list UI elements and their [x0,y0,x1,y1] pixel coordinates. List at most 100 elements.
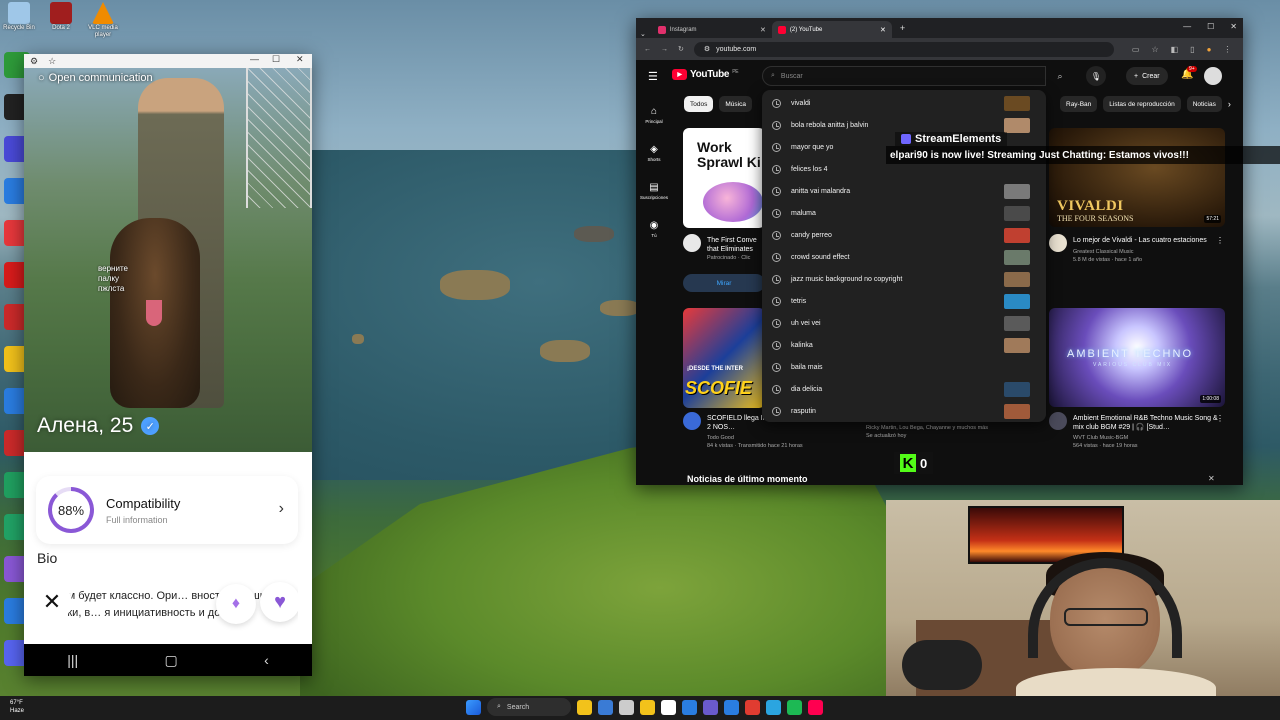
taskbar-app-icon[interactable] [703,699,718,715]
channel-avatar[interactable] [1049,412,1067,430]
ad-title[interactable]: The First Conve that Eliminates [707,236,767,254]
sidepanel-icon[interactable]: ▯ [1190,45,1194,54]
tab-instagram[interactable]: Instagram ✕ [652,21,772,38]
address-bar[interactable]: ⚙ youtube.com [693,41,1114,57]
close-icon[interactable]: ✕ [1230,22,1237,31]
tab-close-icon[interactable]: ✕ [760,26,766,34]
search-suggestion-item[interactable]: jazz music background no copyright [762,268,1046,290]
ad-graphic [703,182,763,222]
video-title[interactable]: Ambient Emotional R&B Techno Music Song … [1073,414,1223,432]
taskbar-app-icon[interactable] [661,699,676,715]
sidebar-item-tú[interactable]: ◉ Tú [636,210,672,248]
sidebar-item-suscripciones[interactable]: ▤ Suscripciones [636,172,672,210]
like-heart-button[interactable]: ♥ [260,582,298,622]
sidebar-item-label: Shorts [647,157,661,162]
chip-todos[interactable]: Todos [684,96,714,112]
windows-start-icon[interactable] [466,699,481,715]
search-button[interactable]: ⌕ [1050,66,1070,86]
video-title[interactable]: Lo mejor de Vivaldi - Las cuatro estacio… [1073,236,1213,245]
search-suggestion-item[interactable]: crowd sound effect [762,246,1046,268]
profile-icon[interactable]: ● [1207,45,1212,54]
taskbar-app-icon[interactable] [787,699,802,715]
search-suggestion-item[interactable]: anitta vai malandra [762,180,1046,202]
superlike-flame-button[interactable]: ♦ [216,584,256,624]
close-section-icon[interactable]: ✕ [1208,474,1215,483]
site-info-icon[interactable]: ⚙ [704,45,710,53]
compatibility-card[interactable]: 88% Compatibility Full information › [36,476,298,544]
profile-photo[interactable]: ○ Open communication верните палку пжлст… [24,68,312,452]
ad-cta-button[interactable]: Mirar [683,274,765,292]
menu-dots-icon[interactable]: ⋮ [1223,45,1231,54]
chips-next-chevron-icon[interactable]: › [1228,99,1231,109]
taskbar-search[interactable]: ⌕ Search [487,698,571,716]
new-tab-plus-icon[interactable]: + [900,23,905,33]
back-chevron-icon[interactable]: ‹ [264,652,269,668]
taskbar-app-icon[interactable] [598,699,613,715]
chip-noticias[interactable]: Noticias [1186,96,1222,112]
settings-icon[interactable]: ⚙ [30,56,38,67]
hamburger-menu-icon[interactable]: ☰ [648,70,658,83]
search-suggestion-item[interactable]: baila mais [762,356,1046,378]
microphone-icon[interactable]: 🎙 [1086,66,1106,86]
channel-name[interactable]: Greatest Classical Music [1073,248,1213,256]
youtube-logo[interactable]: ▶ YouTube PE [672,69,739,80]
search-suggestion-item[interactable]: candy perreo [762,224,1046,246]
minimize-icon[interactable]: — [1183,22,1191,31]
taskbar-app-icon[interactable] [640,699,655,715]
taskbar-app-icon[interactable] [745,699,760,715]
taskbar-apps: ⌕ Search [466,698,823,716]
channel-avatar[interactable] [1049,234,1067,252]
sidebar-item-shorts[interactable]: ◈ Shorts [636,134,672,172]
taskbar-app-icon[interactable] [619,699,634,715]
extensions-icon[interactable]: ◧ [1171,45,1179,54]
maximize-icon[interactable]: ☐ [272,54,280,65]
sidebar-item-principal[interactable]: ⌂ Principal [636,96,672,134]
search-suggestion-item[interactable]: maluma [762,202,1046,224]
video-menu-icon[interactable]: ⋮ [1216,414,1224,423]
taskbar-app-icon[interactable] [577,699,592,715]
ad-channel-avatar[interactable] [683,234,701,252]
ambient-thumbnail[interactable]: AMBIENT TECHNO VARIOUS CLUB MIX 1:00:08 [1049,308,1225,407]
search-suggestion-item[interactable]: tetris [762,290,1046,312]
recent-apps-icon[interactable]: ||| [67,652,78,668]
suggestion-text: bola rebola anitta j balvin [791,121,869,129]
close-icon[interactable]: ✕ [296,54,304,65]
taskbar-app-icon[interactable] [766,699,781,715]
scofield-thumbnail[interactable]: ¡DESDE THE INTER SCOFIE [683,308,765,408]
search-suggestion-item[interactable]: uh vei vei [762,312,1046,334]
youtube-search-input[interactable]: ⌕ Buscar [762,66,1046,86]
pin-icon[interactable]: ☆ [48,56,56,67]
desktop-icon-vlc[interactable]: VLC media player [84,2,122,39]
video-menu-icon[interactable]: ⋮ [1216,236,1224,245]
home-square-icon[interactable]: ▢ [165,652,178,669]
tab-close-icon[interactable]: ✕ [880,26,886,34]
forward-arrow-icon[interactable]: → [661,46,668,53]
desktop-icon-dota2[interactable]: Dota 2 [42,2,80,39]
back-arrow-icon[interactable]: ← [644,46,651,53]
search-suggestion-item[interactable]: rasputin [762,400,1046,422]
tab-search-chevron-icon[interactable]: ⌄ [640,30,646,38]
bookmark-star-icon[interactable]: ☆ [1151,45,1158,54]
ad-thumbnail[interactable]: Work Sprawl Ki [683,128,765,228]
taskbar-app-icon[interactable] [808,699,823,715]
channel-name[interactable]: WVT Club Music-BGM [1073,434,1223,442]
search-suggestion-item[interactable]: dia delicia [762,378,1046,400]
chip-rayban[interactable]: Ray-Ban [1060,96,1098,112]
taskbar-app-icon[interactable] [682,699,697,715]
taskbar-app-icon[interactable] [724,699,739,715]
tab-youtube[interactable]: (2) YouTube ✕ [771,21,892,38]
weather-widget[interactable]: 67°F Haze [10,699,24,715]
minimize-icon[interactable]: — [250,54,259,64]
channel-avatar[interactable] [683,412,701,430]
create-button[interactable]: + Crear [1126,67,1168,85]
vivaldi-thumbnail[interactable]: VIVALDI THE FOUR SEASONS 57:21 [1049,128,1225,227]
account-avatar[interactable] [1204,67,1222,85]
channel-name[interactable]: Todo Good [707,434,847,442]
maximize-icon[interactable]: ☐ [1207,22,1214,31]
chip-musica[interactable]: Música [719,96,752,112]
chip-listas[interactable]: Listas de reproducción [1103,96,1181,112]
reload-icon[interactable]: ↻ [678,45,684,53]
search-suggestion-item[interactable]: vivaldi [762,92,1046,114]
search-suggestion-item[interactable]: kalinka [762,334,1046,356]
cast-icon[interactable]: ▭ [1132,45,1140,54]
